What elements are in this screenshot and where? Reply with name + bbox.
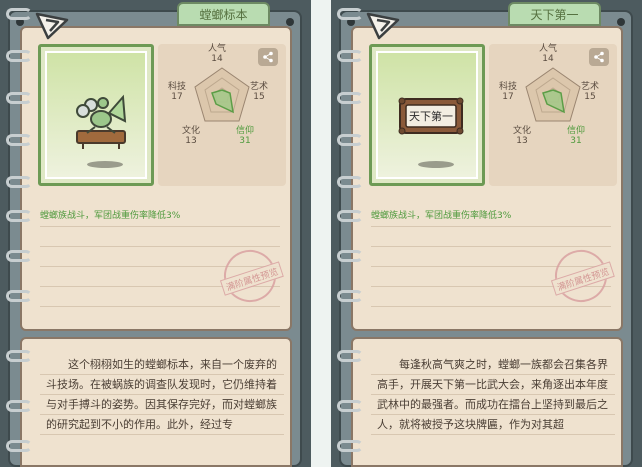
binder-ring [337, 134, 363, 146]
share-button[interactable] [589, 48, 609, 66]
description-text: 这个栩栩如生的螳螂标本，来自一个废弃的斗技场。在被蜗族的调查队发现时，它仍维持着… [46, 358, 277, 431]
stat-keji: 科技 17 [498, 82, 517, 102]
stat-renqi: 人气 14 [538, 44, 557, 64]
share-icon [594, 51, 604, 63]
divider [40, 226, 280, 227]
mantis-specimen-icon [76, 94, 127, 149]
binder-ring [6, 400, 32, 412]
rivet [617, 18, 625, 26]
effect-text: 螳螂族战斗，军团战重伤率降低3% [40, 211, 181, 221]
description-text: 每逢秋高气爽之时，螳螂一族都会召集各界高手，开展天下第一比武大会，来角逐出本年度… [377, 358, 608, 431]
effect-text: 螳螂族战斗，军团战重伤率降低3% [371, 211, 512, 221]
tab-title: 螳螂标本 [177, 2, 270, 26]
divider [371, 306, 611, 307]
item-card-mantis: 螳螂标本 人气 14 科技 17 艺术 15 文化 13 信仰 31 螳螂族战斗… [0, 0, 311, 467]
binder-ring [6, 8, 32, 20]
stat-renqi: 人气 14 [207, 44, 226, 64]
binder-ring [337, 92, 363, 104]
divider [371, 246, 611, 247]
binder-ring [337, 176, 363, 188]
binder-ring [6, 290, 32, 302]
binder-ring [337, 250, 363, 262]
item-shadow [418, 161, 454, 168]
triangle-logo-icon [366, 12, 400, 40]
stat-keji: 科技 17 [167, 82, 186, 102]
binder-ring [6, 440, 32, 452]
wooden-plaque-icon: 天下第一 [398, 97, 464, 135]
stat-yishu: 艺术 15 [580, 82, 599, 102]
item-image-frame: 天下第一 [369, 44, 485, 186]
divider [40, 306, 280, 307]
divider [371, 226, 611, 227]
rivet [286, 18, 294, 26]
triangle-logo-icon [35, 12, 69, 40]
share-icon [263, 51, 273, 63]
binder-ring [337, 8, 363, 20]
binder-ring [6, 134, 32, 146]
binder-ring [337, 350, 363, 362]
stat-wenhua: 文化 13 [181, 126, 200, 146]
panel-divider [311, 0, 331, 467]
binder-ring [337, 290, 363, 302]
item-image-frame [38, 44, 154, 186]
binder-ring [6, 350, 32, 362]
binder-ring [6, 92, 32, 104]
binder-ring [6, 176, 32, 188]
divider [40, 246, 280, 247]
binder-ring [337, 50, 363, 62]
stat-xinyang: 信仰 31 [566, 126, 585, 146]
share-button[interactable] [258, 48, 278, 66]
binder-ring [6, 210, 32, 222]
plaque-text: 天下第一 [409, 109, 453, 123]
item-shadow [87, 161, 123, 168]
binder-ring [6, 250, 32, 262]
tab-title: 天下第一 [508, 2, 601, 26]
radar-chart [525, 67, 581, 122]
binder-ring [6, 50, 32, 62]
stat-xinyang: 信仰 31 [235, 126, 254, 146]
binder-ring [337, 440, 363, 452]
binder-ring [337, 400, 363, 412]
stat-wenhua: 文化 13 [512, 126, 531, 146]
item-card-plaque: 天下第一 天下第一 人气 14 科技 17 艺术 15 文化 13 信仰 31 … [331, 0, 642, 467]
stat-yishu: 艺术 15 [249, 82, 268, 102]
radar-chart [194, 67, 250, 122]
binder-ring [337, 210, 363, 222]
